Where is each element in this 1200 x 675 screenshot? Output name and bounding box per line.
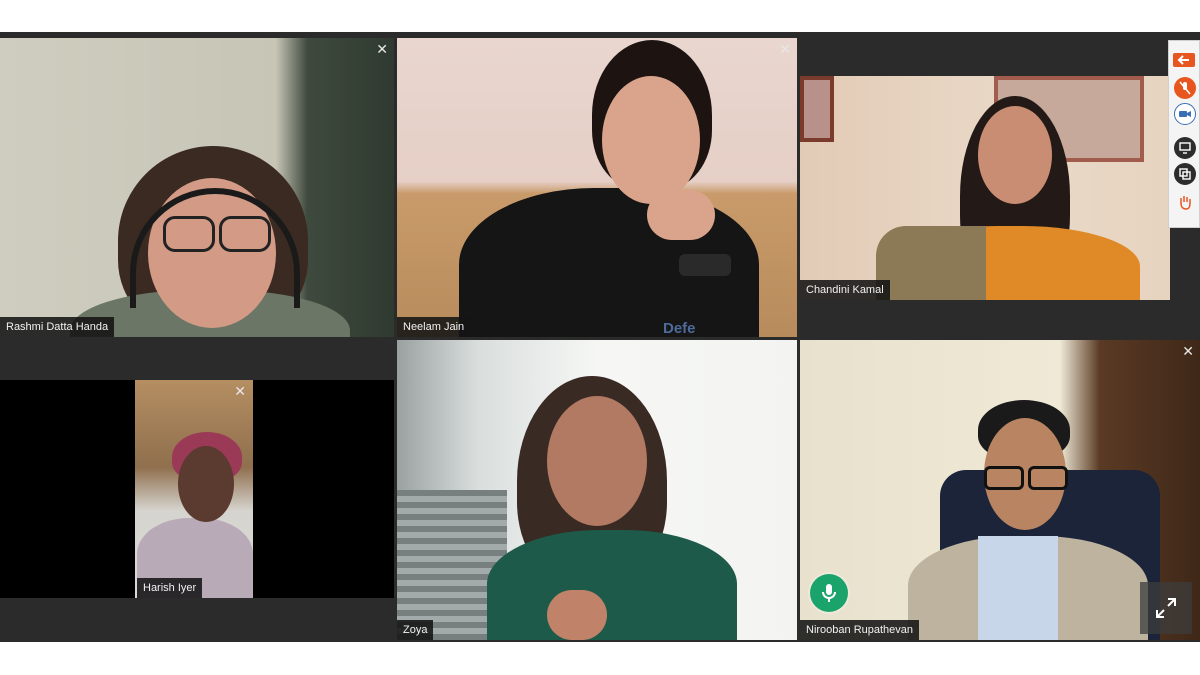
- raise-hand-button[interactable]: [1174, 191, 1196, 213]
- close-icon[interactable]: ✕: [779, 42, 791, 56]
- back-arrow-icon: [1177, 55, 1189, 65]
- expand-icon: [1156, 598, 1176, 618]
- mute-button[interactable]: [1174, 77, 1196, 99]
- expand-button[interactable]: [1140, 582, 1192, 634]
- video-grid: Rashmi Datta Handa ✕ Defe Neelam Jain ✕ …: [0, 32, 1200, 642]
- wall-frame: [800, 76, 834, 142]
- participant-name-label: Chandini Kamal: [800, 280, 890, 300]
- microphone-icon: [822, 584, 836, 602]
- shirt-text: Defe: [663, 320, 696, 337]
- participant-name-label: Neelam Jain: [397, 317, 471, 337]
- gallery-view-icon: [1179, 168, 1191, 180]
- participant-tile-rashmi[interactable]: Rashmi Datta Handa ✕: [0, 38, 394, 337]
- participant-tile-neelam[interactable]: Defe Neelam Jain ✕: [397, 38, 797, 337]
- participant-tile-nirooban[interactable]: Nirooban Rupathevan ✕: [800, 340, 1200, 640]
- participant-name-label: Nirooban Rupathevan: [800, 620, 920, 640]
- participant-name-label: Rashmi Datta Handa: [0, 317, 115, 337]
- back-arrow-button[interactable]: [1173, 53, 1195, 67]
- mic-muted-icon: [1179, 81, 1191, 95]
- participant-tile-zoya[interactable]: Zoya: [397, 340, 797, 640]
- participant-tile-chandini[interactable]: Chandini Kamal: [800, 76, 1170, 300]
- participant-tile-harish[interactable]: Harish Iyer ✕: [0, 380, 394, 598]
- active-mic-button[interactable]: [810, 574, 848, 612]
- close-icon[interactable]: ✕: [234, 384, 246, 398]
- meeting-toolbar: [1168, 40, 1200, 228]
- screen-share-icon: [1179, 142, 1191, 154]
- gallery-view-button[interactable]: [1174, 163, 1196, 185]
- raise-hand-icon: [1180, 196, 1191, 210]
- close-icon[interactable]: ✕: [376, 42, 388, 56]
- camera-button[interactable]: [1174, 103, 1196, 125]
- participant-name-label: Zoya: [397, 620, 434, 640]
- close-icon[interactable]: ✕: [1182, 344, 1194, 358]
- camera-icon: [1179, 111, 1191, 117]
- participant-name-label: Harish Iyer: [137, 578, 203, 598]
- screen-share-button[interactable]: [1174, 137, 1196, 159]
